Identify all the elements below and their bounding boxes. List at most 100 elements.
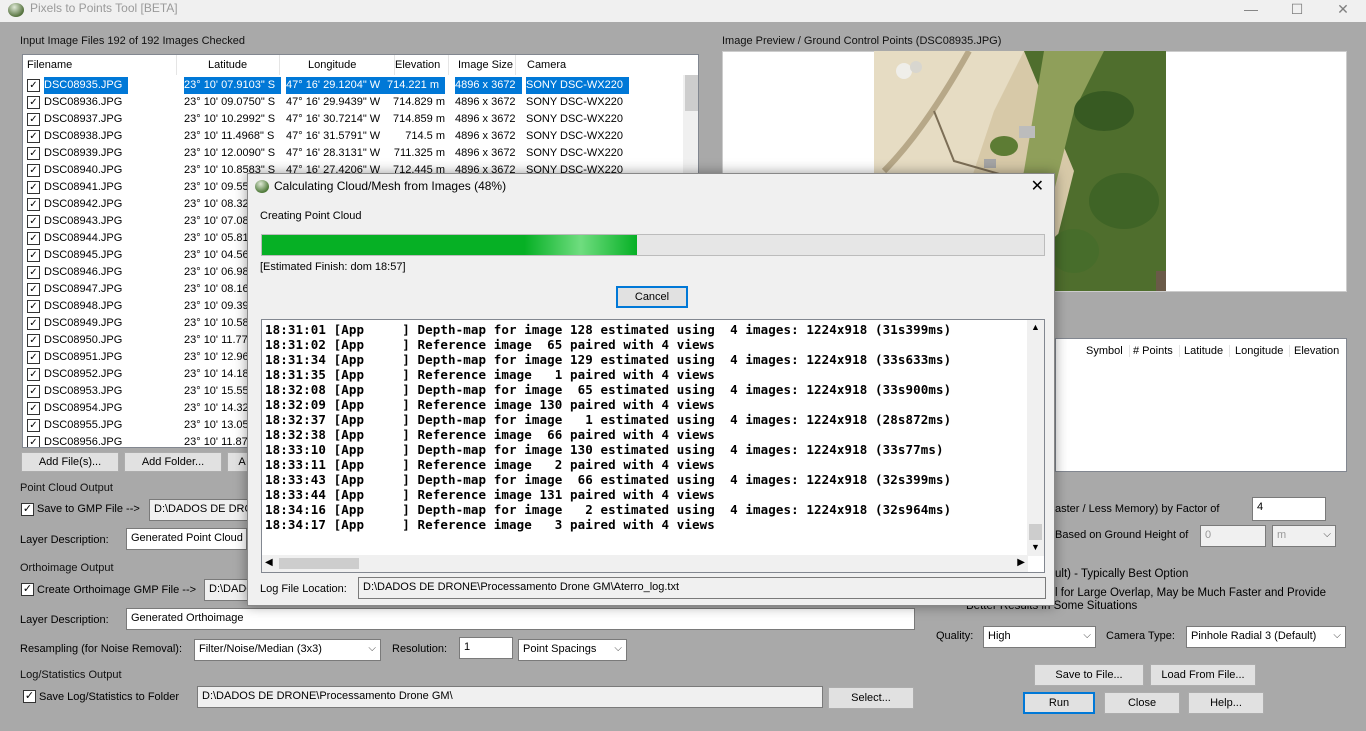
row-checkbox[interactable]: ✓	[27, 266, 40, 279]
gcp-col-latitude[interactable]: Latitude	[1184, 345, 1231, 357]
log-scroll-thumb[interactable]	[1029, 524, 1042, 540]
col-longitude[interactable]: Longitude	[308, 55, 395, 75]
cell-filename: DSC08956.JPG	[44, 436, 123, 448]
col-filename[interactable]: Filename	[27, 55, 177, 75]
log-location-field[interactable]: D:\DADOS DE DRONE\Processamento Drone GM…	[358, 577, 1046, 599]
scroll-right-icon[interactable]: ▶	[1017, 557, 1025, 568]
cell-latitude: 23° 10' 11.87	[184, 436, 248, 448]
cell-latitude: 23° 10' 07.9103" S	[184, 77, 282, 94]
dialog-close-icon[interactable]: ✕	[1031, 176, 1044, 196]
table-row[interactable]: ✓ DSC08938.JPG 23° 10' 11.4968" S 47° 16' 3…	[23, 128, 683, 145]
cancel-button[interactable]: Cancel	[616, 286, 688, 308]
save-log-label: Save Log/Statistics to Folder	[39, 691, 180, 703]
log-hscroll-thumb[interactable]	[279, 558, 359, 569]
gcp-col-symbol[interactable]: Symbol	[1086, 345, 1130, 357]
log-line: 18:32:08 [App ] Depth-map for image 65 e…	[265, 382, 952, 397]
add-folder-button[interactable]: Add Folder...	[124, 452, 222, 472]
table-row[interactable]: ✓ DSC08937.JPG 23° 10' 10.2992" S 47° 16' 3…	[23, 111, 683, 128]
cloud-layer-field[interactable]: Generated Point Cloud	[126, 528, 247, 550]
cell-elevation: 714.859 m	[393, 113, 445, 125]
log-output[interactable]: 18:31:01 [App ] Depth-map for image 128 …	[261, 319, 1045, 573]
list-scroll-thumb[interactable]	[685, 75, 698, 111]
help-button[interactable]: Help...	[1188, 692, 1264, 714]
add-files-button[interactable]: Add File(s)...	[21, 452, 119, 472]
log-folder-field[interactable]: D:\DADOS DE DRONE\Processamento Drone GM…	[197, 686, 823, 708]
row-checkbox[interactable]: ✓	[27, 198, 40, 211]
row-checkbox[interactable]: ✓	[27, 334, 40, 347]
row-checkbox[interactable]: ✓	[27, 130, 40, 143]
row-checkbox[interactable]: ✓	[27, 113, 40, 126]
row-checkbox[interactable]: ✓	[27, 249, 40, 262]
scroll-left-icon[interactable]: ◀	[265, 557, 273, 568]
cloud-group-title: Point Cloud Output	[20, 482, 113, 494]
resolution-input[interactable]: 1	[459, 637, 513, 659]
resampling-select[interactable]: Filter/Noise/Median (3x3) ⌵	[194, 639, 381, 661]
cell-latitude: 23° 10' 05.81	[184, 232, 249, 244]
row-checkbox[interactable]: ✓	[27, 232, 40, 245]
row-checkbox[interactable]: ✓	[27, 368, 40, 381]
close-button[interactable]: ✕	[1320, 0, 1366, 22]
quality-select[interactable]: High ⌵	[983, 626, 1096, 648]
col-image-size[interactable]: Image Size	[458, 55, 516, 75]
camera-type-select[interactable]: Pinhole Radial 3 (Default) ⌵	[1186, 626, 1346, 648]
row-checkbox[interactable]: ✓	[27, 79, 40, 92]
row-checkbox[interactable]: ✓	[27, 419, 40, 432]
table-row[interactable]: ✓ DSC08935.JPG 23° 10' 07.9103" S 47° 16' 2…	[23, 77, 683, 94]
row-checkbox[interactable]: ✓	[27, 317, 40, 330]
resolution-units-select[interactable]: Point Spacings ⌵	[518, 639, 627, 661]
height-unit-select[interactable]: m ⌵	[1272, 525, 1336, 547]
maximize-button[interactable]: ☐	[1274, 0, 1320, 22]
gcp-col-longitude[interactable]: Longitude	[1235, 345, 1291, 357]
estimated-finish: [Estimated Finish: dom 18:57]	[260, 261, 406, 273]
row-checkbox[interactable]: ✓	[27, 181, 40, 194]
cell-latitude: 23° 10' 13.05	[184, 419, 249, 431]
table-row[interactable]: ✓ DSC08939.JPG 23° 10' 12.0090" S 47° 16' 2…	[23, 145, 683, 162]
save-gmp-checkbox[interactable]: ✓	[21, 503, 34, 516]
row-checkbox[interactable]: ✓	[27, 436, 40, 447]
ground-height-input[interactable]: 0	[1200, 525, 1266, 547]
resolution-label: Resolution:	[392, 643, 448, 655]
row-checkbox[interactable]: ✓	[27, 351, 40, 364]
log-vertical-scrollbar[interactable]: ▲ ▼	[1027, 320, 1044, 556]
save-gmp-label: Save to GMP File -->	[37, 503, 140, 515]
chevron-down-icon: ⌵	[614, 643, 622, 654]
gcp-table[interactable]: Symbol # Points Latitude Longitude Eleva…	[1055, 338, 1347, 472]
scroll-down-icon[interactable]: ▼	[1031, 542, 1040, 552]
row-checkbox[interactable]: ✓	[27, 402, 40, 415]
cell-latitude: 23° 10' 15.55	[184, 385, 249, 397]
cloud-path-field[interactable]: D:\DADOS DE DRONE	[149, 499, 249, 521]
ortho-path-field[interactable]: D:\DADOS DE	[204, 579, 248, 601]
row-checkbox[interactable]: ✓	[27, 96, 40, 109]
gcp-col-elevation[interactable]: Elevation	[1294, 345, 1345, 357]
row-checkbox[interactable]: ✓	[27, 147, 40, 160]
col-camera[interactable]: Camera	[527, 55, 647, 75]
row-checkbox[interactable]: ✓	[27, 283, 40, 296]
scroll-up-icon[interactable]: ▲	[1031, 322, 1040, 332]
cell-latitude: 23° 10' 04.56	[184, 249, 249, 261]
log-horizontal-scrollbar[interactable]: ◀ ▶	[262, 555, 1028, 572]
col-latitude[interactable]: Latitude	[208, 55, 280, 75]
cell-filename: DSC08936.JPG	[44, 96, 123, 108]
select-folder-button[interactable]: Select...	[828, 687, 914, 709]
close-main-button[interactable]: Close	[1104, 692, 1180, 714]
row-checkbox[interactable]: ✓	[27, 385, 40, 398]
cell-filename: DSC08946.JPG	[44, 266, 123, 278]
gcp-col-points[interactable]: # Points	[1133, 345, 1180, 357]
row-checkbox[interactable]: ✓	[27, 215, 40, 228]
table-row[interactable]: ✓ DSC08936.JPG 23° 10' 09.0750" S 47° 16' 2…	[23, 94, 683, 111]
col-elevation[interactable]: Elevation	[395, 55, 449, 75]
save-to-file-button[interactable]: Save to File...	[1034, 664, 1144, 686]
save-log-checkbox[interactable]: ✓	[23, 690, 36, 703]
ortho-layer-field[interactable]: Generated Orthoimage	[126, 608, 915, 630]
ground-height-label: Based on Ground Height of	[1055, 529, 1189, 541]
cell-filename: DSC08941.JPG	[44, 181, 123, 193]
row-checkbox[interactable]: ✓	[27, 164, 40, 177]
create-ortho-checkbox[interactable]: ✓	[21, 583, 34, 596]
factor-input[interactable]: 4	[1252, 497, 1326, 521]
log-line: 18:32:37 [App ] Depth-map for image 1 es…	[265, 412, 952, 427]
minimize-button[interactable]: —	[1228, 0, 1274, 22]
row-checkbox[interactable]: ✓	[27, 300, 40, 313]
load-from-file-button[interactable]: Load From File...	[1150, 664, 1256, 686]
log-line: 18:32:38 [App ] Reference image 66 paire…	[265, 427, 715, 442]
run-button[interactable]: Run	[1023, 692, 1095, 714]
